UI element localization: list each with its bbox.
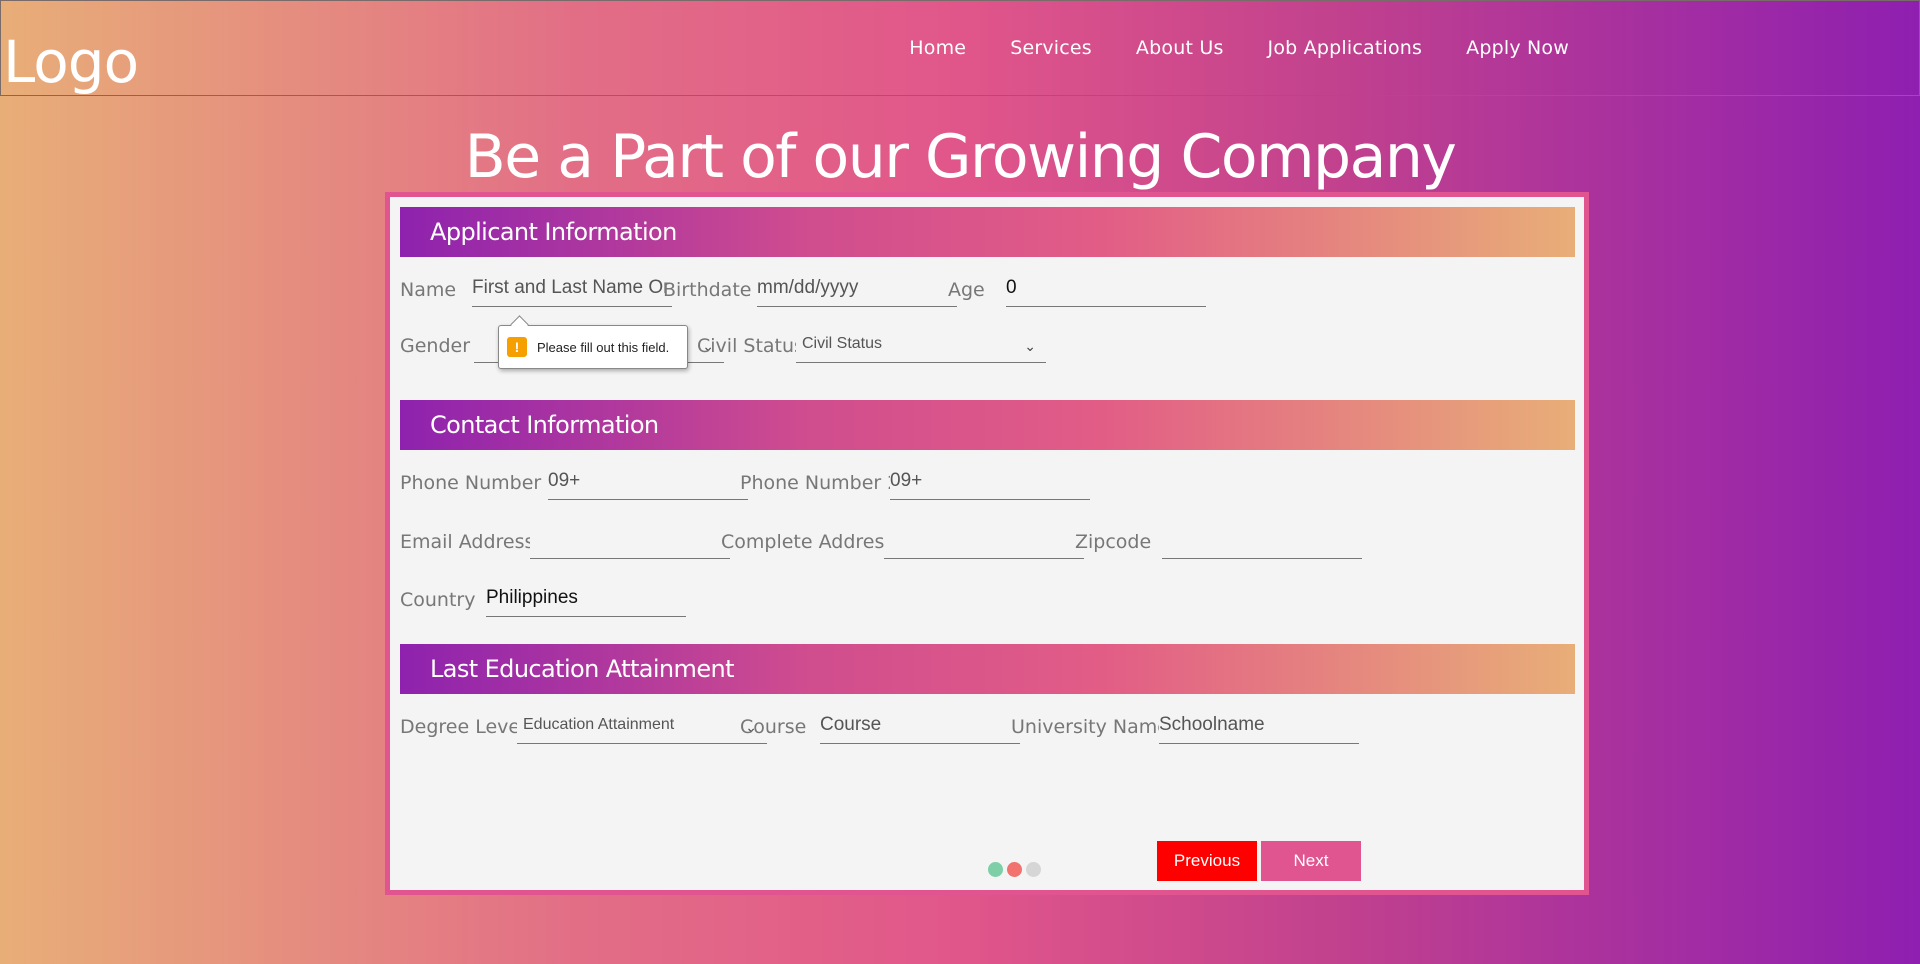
name-label: Name bbox=[400, 279, 457, 301]
navbar: Logo Home Services About Us Job Applicat… bbox=[0, 0, 1920, 96]
civil-status-select[interactable]: Civil Status ⌄ bbox=[796, 325, 1046, 363]
birthdate-input[interactable]: mm/dd/yyyy bbox=[757, 269, 957, 307]
nav-services[interactable]: Services bbox=[1010, 37, 1092, 59]
warning-icon: ! bbox=[507, 337, 527, 357]
phone2-input[interactable]: 09+ bbox=[890, 462, 1090, 500]
university-label: University Name bbox=[1011, 716, 1169, 738]
email-label: Email Address bbox=[400, 531, 535, 553]
next-button[interactable]: Next bbox=[1261, 841, 1361, 881]
name-input[interactable]: First and Last Name Or bbox=[472, 269, 672, 307]
hero-title: Be a Part of our Growing Company bbox=[464, 122, 1457, 192]
section-education-header: Last Education Attainment bbox=[400, 644, 1575, 694]
address-input[interactable] bbox=[884, 521, 1084, 559]
degree-level-select[interactable]: Education Attainment ⌄ bbox=[517, 706, 767, 744]
nav-home[interactable]: Home bbox=[909, 37, 966, 59]
country-label: Country bbox=[400, 589, 476, 611]
application-form: Applicant Information Name First and Las… bbox=[385, 192, 1589, 895]
degree-level-label: Degree Level bbox=[400, 716, 526, 738]
birthdate-label: Birthdate bbox=[663, 279, 752, 301]
previous-button[interactable]: Previous bbox=[1157, 841, 1257, 881]
university-input[interactable]: Schoolname bbox=[1159, 706, 1359, 744]
step-dot-2 bbox=[1007, 862, 1022, 877]
email-input[interactable] bbox=[530, 521, 730, 559]
zipcode-label: Zipcode bbox=[1075, 531, 1152, 553]
step-dot-3 bbox=[1026, 862, 1041, 877]
course-input[interactable]: Course bbox=[820, 706, 1020, 744]
step-dot-1 bbox=[988, 862, 1003, 877]
address-label: Complete Address bbox=[721, 531, 895, 553]
zipcode-input[interactable] bbox=[1162, 521, 1362, 559]
phone1-label: Phone Number 1 bbox=[400, 472, 560, 494]
nav-about-us[interactable]: About Us bbox=[1136, 37, 1224, 59]
chevron-down-icon: ⌄ bbox=[1024, 338, 1036, 354]
age-input[interactable]: 0 bbox=[1006, 269, 1206, 307]
nav-job-applications[interactable]: Job Applications bbox=[1268, 37, 1423, 59]
age-label: Age bbox=[948, 279, 985, 301]
civil-status-label: Civil Status bbox=[697, 335, 804, 357]
section-contact-header: Contact Information bbox=[400, 400, 1575, 450]
course-label: Course bbox=[740, 716, 807, 738]
civil-status-value: Civil Status bbox=[802, 335, 883, 352]
country-input[interactable]: Philippines bbox=[486, 579, 686, 617]
gender-label: Gender bbox=[400, 335, 471, 357]
step-indicator bbox=[988, 862, 1041, 877]
phone1-input[interactable]: 09+ bbox=[548, 462, 748, 500]
nav-apply-now[interactable]: Apply Now bbox=[1466, 37, 1569, 59]
validation-tooltip: ! Please fill out this field. bbox=[498, 325, 688, 369]
nav-menu: Home Services About Us Job Applications … bbox=[909, 37, 1569, 59]
section-applicant-header: Applicant Information bbox=[400, 207, 1575, 257]
tooltip-text: Please fill out this field. bbox=[537, 339, 670, 355]
degree-level-value: Education Attainment bbox=[523, 716, 675, 733]
phone2-label: Phone Number 2 bbox=[740, 472, 900, 494]
logo[interactable]: Logo bbox=[3, 27, 139, 97]
